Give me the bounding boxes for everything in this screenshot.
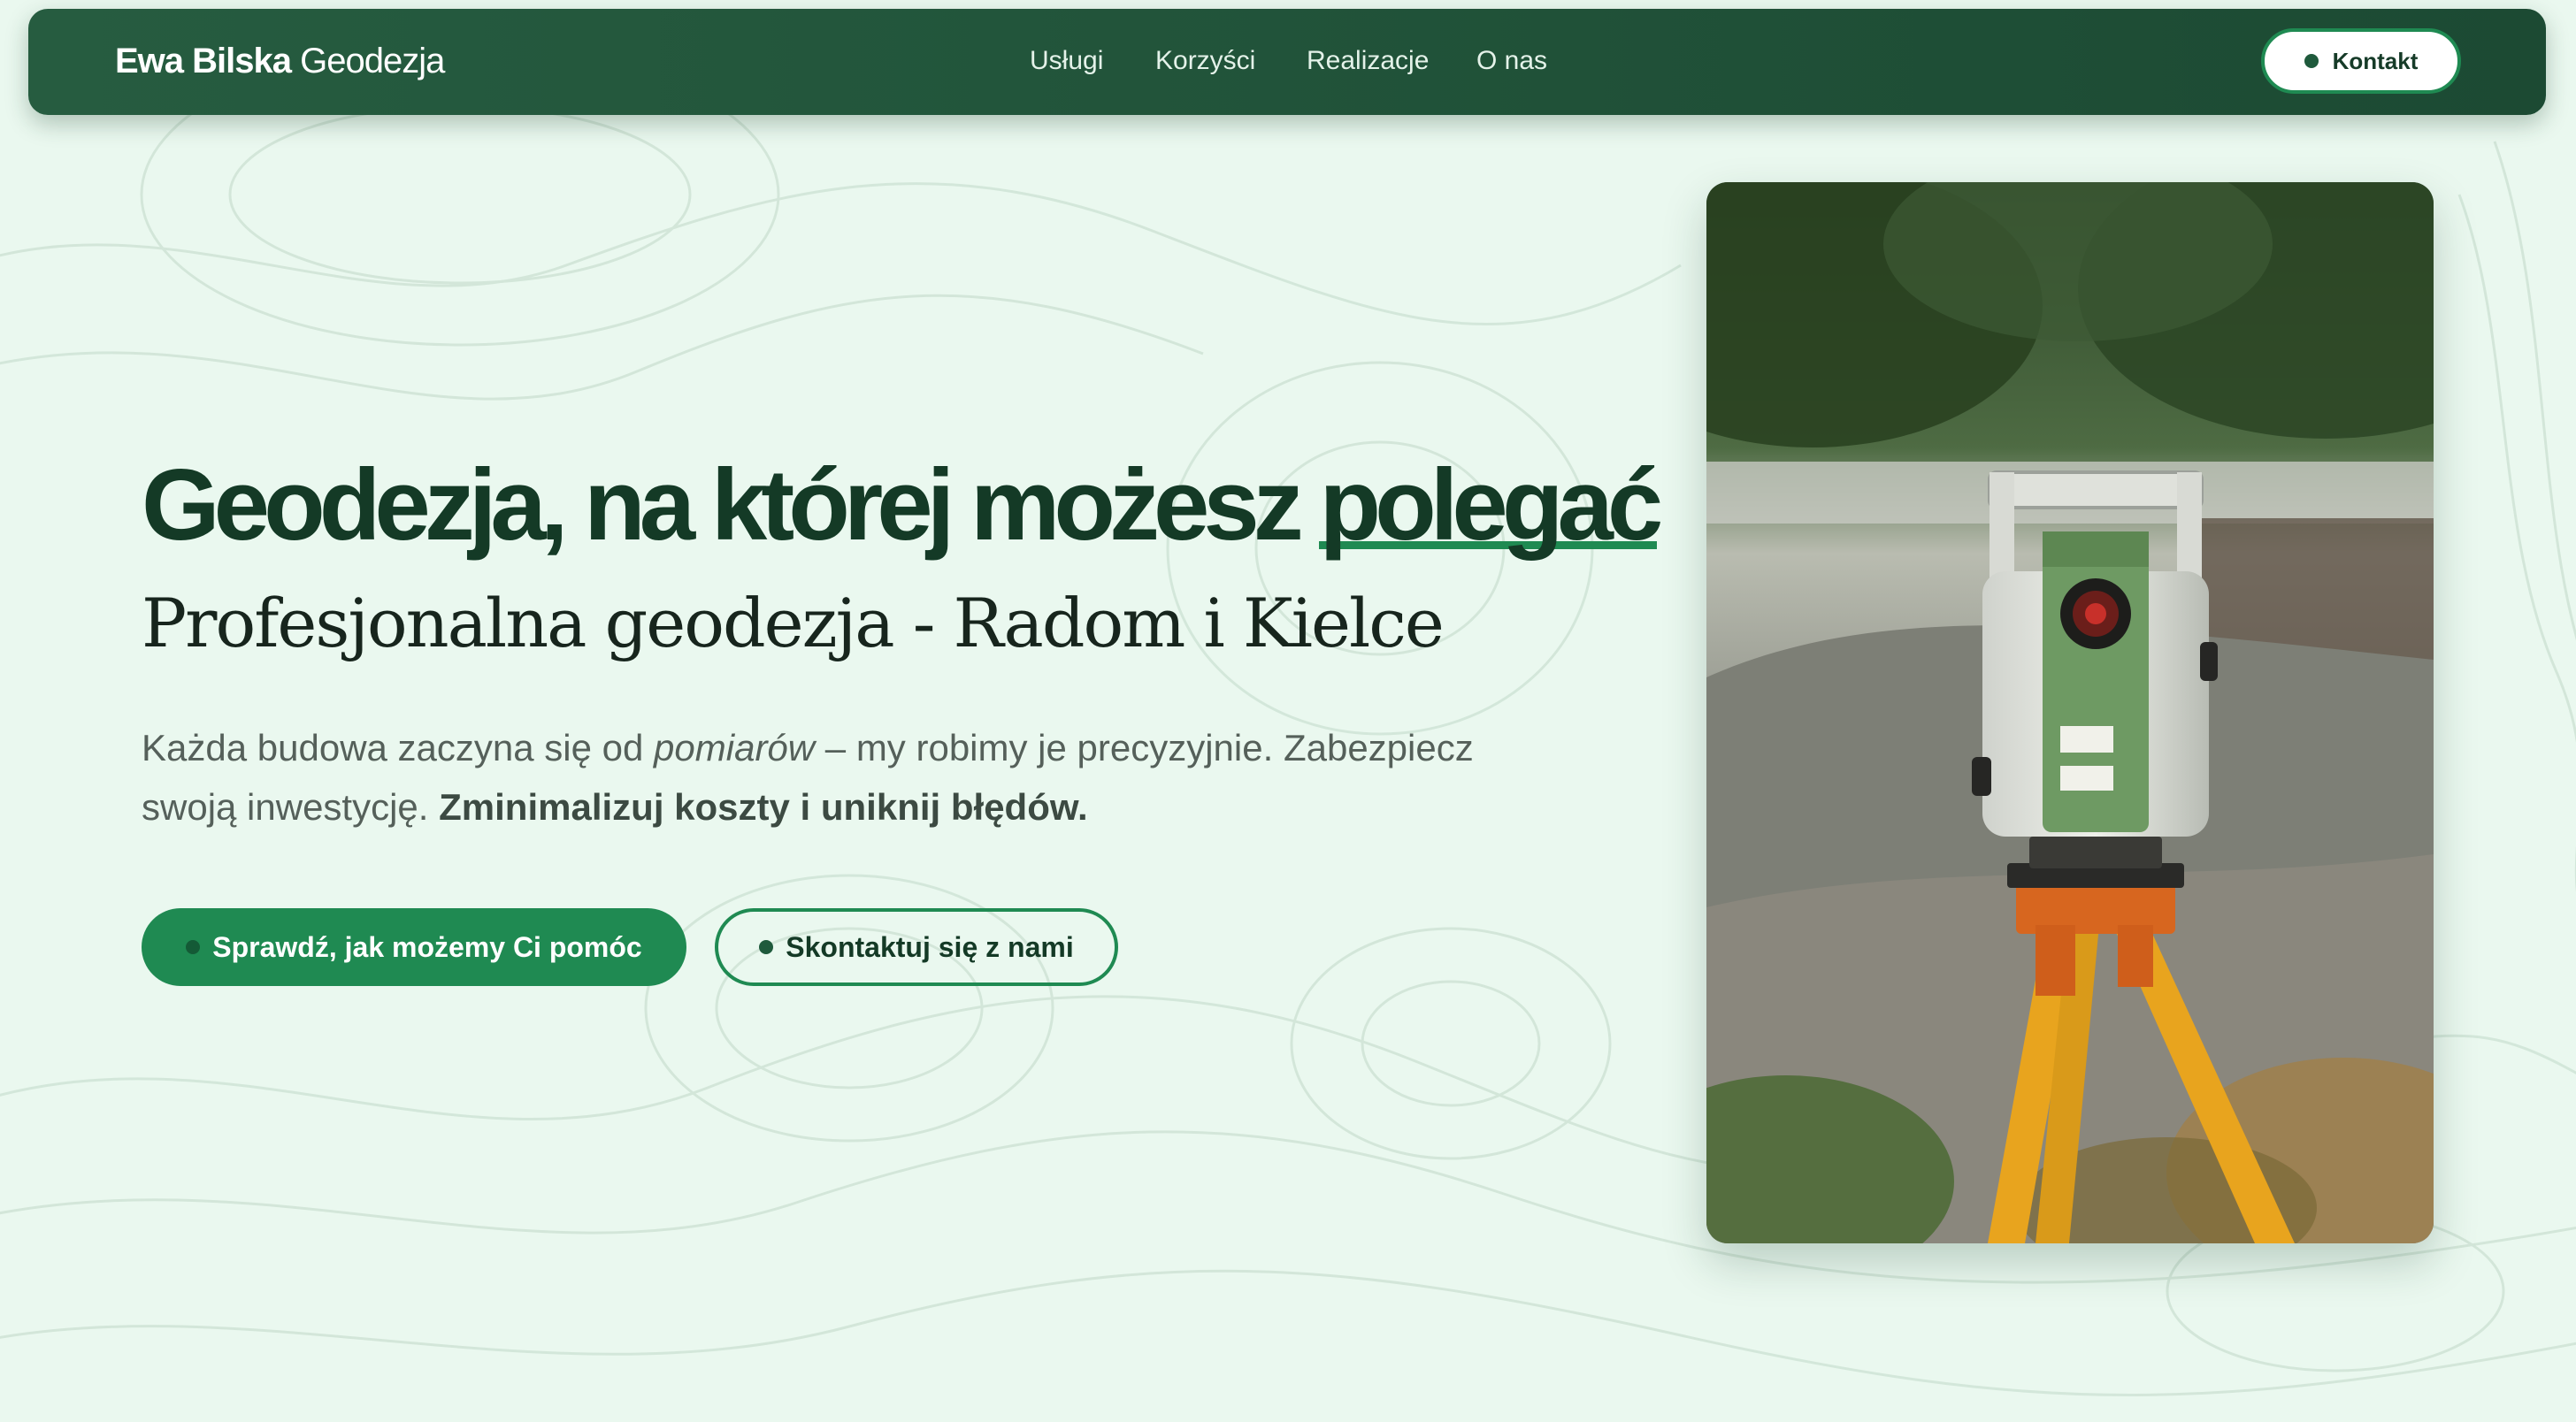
dot-icon bbox=[759, 940, 774, 954]
nav-link-o-nas[interactable]: O nas bbox=[1476, 46, 1547, 76]
contact-button-label: Kontakt bbox=[2332, 47, 2419, 74]
top-navigation-bar: Ewa Bilska Geodezja Usługi Korzyści Real… bbox=[28, 9, 2546, 115]
lead-text-strong: Zminimalizuj koszty i uniknij błędów. bbox=[439, 786, 1088, 828]
nav-link-uslugi[interactable]: Usługi bbox=[1030, 46, 1103, 76]
hero-headline-accent: polegać bbox=[1319, 449, 1663, 562]
brand-name-rest: Geodezja bbox=[291, 42, 445, 80]
hero-headline: Geodezja, na której możesz polegać bbox=[142, 447, 1663, 563]
primary-cta-button[interactable]: Sprawdź, jak możemy Ci pomóc bbox=[142, 908, 686, 986]
hero-lead-paragraph: Każda budowa zaczyna się od pomiarów – m… bbox=[142, 718, 1557, 837]
dot-icon bbox=[2304, 54, 2319, 68]
nav-link-realizacje[interactable]: Realizacje bbox=[1307, 46, 1429, 76]
hero-photo-surveying-instrument bbox=[1706, 182, 2434, 1243]
lead-text-emphasis: pomiarów bbox=[654, 727, 816, 768]
nav-link-korzysci[interactable]: Korzyści bbox=[1155, 46, 1255, 76]
secondary-cta-label: Skontaktuj się z nami bbox=[786, 930, 1074, 963]
hero-headline-main: Geodezja, na której możesz bbox=[142, 449, 1320, 562]
hero-subtitle: Profesjonalna geodezja - Radom i Kielce bbox=[142, 584, 1445, 662]
dot-icon bbox=[186, 940, 201, 954]
brand-name-bold: Ewa Bilska bbox=[115, 42, 292, 80]
contact-button[interactable]: Kontakt bbox=[2261, 28, 2461, 94]
secondary-cta-button[interactable]: Skontaktuj się z nami bbox=[715, 908, 1118, 986]
brand-logo[interactable]: Ewa Bilska Geodezja bbox=[115, 42, 445, 81]
lead-text-part1: Każda budowa zaczyna się od bbox=[142, 727, 655, 768]
primary-cta-label: Sprawdź, jak możemy Ci pomóc bbox=[212, 930, 642, 963]
